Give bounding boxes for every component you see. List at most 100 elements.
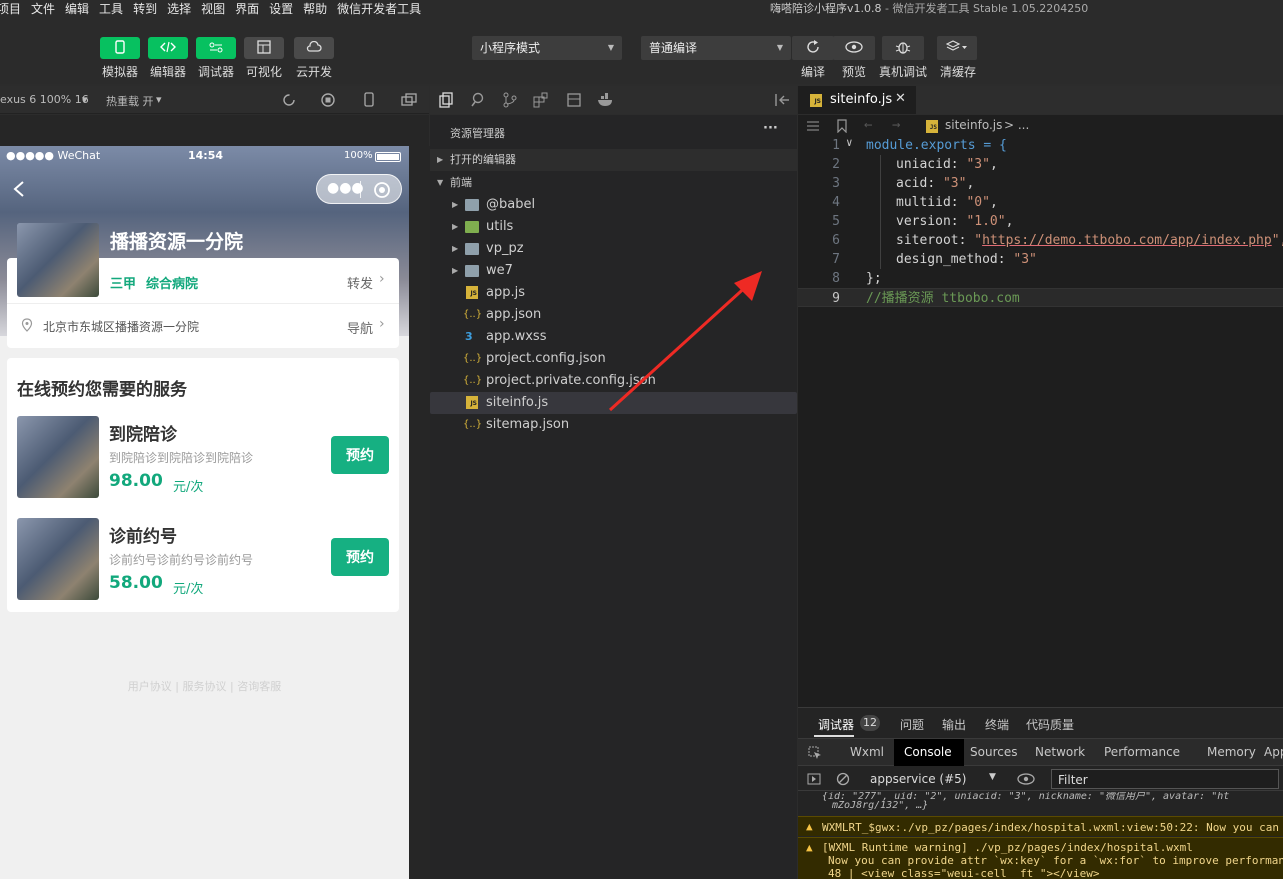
menu-item[interactable]: 转到 <box>128 0 162 18</box>
filter-input[interactable]: Filter <box>1051 769 1279 789</box>
inspect-element-icon[interactable] <box>808 746 822 760</box>
menu-item[interactable]: 工具 <box>94 0 128 18</box>
service-item[interactable]: 诊前约号 诊前约号诊前约号诊前约号 58.00 元/次 预约 <box>7 518 399 608</box>
code-line-8[interactable]: 8}; <box>798 269 1283 288</box>
outline-icon[interactable] <box>806 120 820 132</box>
code-line-1[interactable]: 1 module.exports = { <box>798 136 1283 155</box>
editor-tab[interactable]: JS siteinfo.js ✕ <box>798 86 916 114</box>
panel-tab-memory[interactable]: Memory <box>1207 745 1256 759</box>
more-icon[interactable]: ··· <box>763 121 778 136</box>
js-file-icon: JS <box>810 94 822 107</box>
rotate-icon[interactable] <box>282 93 296 107</box>
storage-icon[interactable] <box>566 92 582 108</box>
console-log-object[interactable]: {id: "277", uid: "2", uniacid: "3", nick… <box>798 792 1283 814</box>
book-button[interactable]: 预约 <box>331 436 389 474</box>
context-select[interactable]: appservice (#5) <box>870 772 966 786</box>
devtools-tab[interactable]: 问题 <box>900 716 924 733</box>
layers-button[interactable] <box>937 36 977 60</box>
code-line-9[interactable]: 9 //播播资源 ttbobo.com <box>798 288 1283 307</box>
device-select[interactable]: exus 6 100% 16 <box>0 93 89 106</box>
panel-tab-app[interactable]: App <box>1264 745 1283 759</box>
code-line-3[interactable]: 3 acid: "3", <box>798 174 1283 193</box>
tree-item-vp-pz[interactable]: ▶ vp_pz <box>430 238 797 260</box>
docker-icon[interactable] <box>597 92 615 108</box>
extensions-icon[interactable] <box>533 92 549 108</box>
line-number: 7 <box>832 252 840 267</box>
console-warning[interactable]: ▲ [WXML Runtime warning] ./vp_pz/pages/i… <box>798 837 1283 879</box>
menu-item[interactable]: 视图 <box>196 0 230 18</box>
code-text: multiid: "0", <box>896 195 998 210</box>
menu-item[interactable]: 项目 <box>0 0 26 18</box>
code-line-5[interactable]: 5 version: "1.0", <box>798 212 1283 231</box>
devtools-tab[interactable]: 输出 <box>942 716 966 733</box>
layout-toggle[interactable] <box>244 37 284 59</box>
tree-item-utils[interactable]: ▶ utils <box>430 216 797 238</box>
menu-item[interactable]: 帮助 <box>298 0 332 18</box>
panel-tab-console[interactable]: Console <box>904 745 952 759</box>
compile-select[interactable]: 普通编译 ▼ <box>641 36 791 60</box>
close-capsule-icon[interactable] <box>373 181 391 199</box>
debug-toggle-toggle[interactable] <box>196 37 236 59</box>
panel-tab-performance[interactable]: Performance <box>1104 745 1180 759</box>
eye-icon[interactable] <box>1017 773 1035 785</box>
code-line-7[interactable]: 7 design_method: "3" <box>798 250 1283 269</box>
nav-forward-icon[interactable]: → <box>892 117 900 133</box>
phone-toggle[interactable] <box>100 37 140 59</box>
refresh-button[interactable] <box>792 36 834 60</box>
menu-item[interactable]: 编辑 <box>60 0 94 18</box>
capsule-menu[interactable]: ●●● <box>316 174 402 204</box>
book-button[interactable]: 预约 <box>331 538 389 576</box>
code-line-6[interactable]: 6 siteroot: "https://demo.ttbobo.com/app/… <box>798 231 1283 250</box>
back-arrow-icon[interactable] <box>12 180 26 198</box>
share-button[interactable]: 转发 <box>347 273 373 292</box>
more-dots-icon[interactable]: ●●● <box>327 180 364 196</box>
eye-button[interactable] <box>833 36 875 60</box>
tree-item--babel[interactable]: ▶ @babel <box>430 194 797 216</box>
console-warning[interactable]: ▲ WXMLRT_$gwx:./vp_pz/pages/index/hospit… <box>798 816 1283 836</box>
search-icon[interactable] <box>471 92 487 108</box>
bug-button[interactable] <box>882 36 924 60</box>
close-tab-icon[interactable]: ✕ <box>895 91 906 106</box>
code-key: multiid <box>896 195 951 210</box>
open-editors-section[interactable]: ▶ 打开的编辑器 <box>430 149 797 171</box>
clear-console-icon[interactable] <box>836 772 850 786</box>
git-branch-icon[interactable] <box>502 92 518 108</box>
menu-item[interactable]: 微信开发者工具 <box>332 0 426 18</box>
panel-tab-network[interactable]: Network <box>1035 745 1085 759</box>
tree-item-sitemap-json[interactable]: {..} sitemap.json <box>430 414 797 436</box>
collapse-panel-icon[interactable] <box>774 93 790 107</box>
editor-tab-bar: JS siteinfo.js ✕ <box>798 86 1283 114</box>
panel-tab-sources[interactable]: Sources <box>970 745 1017 759</box>
devtools-tab[interactable]: 终端 <box>985 716 1009 733</box>
bookmark-icon[interactable] <box>836 119 848 133</box>
stop-icon[interactable] <box>321 93 335 107</box>
breadcrumb-more[interactable]: > ... <box>1004 118 1029 132</box>
breadcrumb[interactable]: siteinfo.js <box>945 118 1002 132</box>
menu-item[interactable]: 选择 <box>162 0 196 18</box>
menu-item[interactable]: 界面 <box>230 0 264 18</box>
code-editor[interactable]: ← → JS siteinfo.js > ... 1 module.exports… <box>798 115 1283 707</box>
fold-chevron-icon[interactable]: ∨ <box>846 136 853 149</box>
phone-mode-icon[interactable] <box>362 92 376 108</box>
cloud-toggle[interactable] <box>294 37 334 59</box>
footer-links[interactable]: 用户协议 | 服务协议 | 咨询客服 <box>0 678 409 694</box>
code-url[interactable]: https://demo.ttbobo.com/app/index.php <box>982 233 1272 248</box>
code-key: acid <box>896 176 928 191</box>
sidebar-toggle-icon[interactable] <box>807 773 821 785</box>
service-item[interactable]: 到院陪诊 到院陪诊到院陪诊到院陪诊 98.00 元/次 预约 <box>7 416 399 506</box>
popout-icon[interactable] <box>401 93 417 107</box>
devtools-tab[interactable]: 代码质量 <box>1026 716 1074 733</box>
menu-item[interactable]: 设置 <box>264 0 298 18</box>
menu-item[interactable]: 文件 <box>26 0 60 18</box>
hot-reload-toggle[interactable]: 热重载 开 <box>106 93 154 109</box>
panel-tab-wxml[interactable]: Wxml <box>850 745 884 759</box>
project-section[interactable]: ▼ 前端 <box>430 172 797 194</box>
code-line-4[interactable]: 4 multiid: "0", <box>798 193 1283 212</box>
code-line-2[interactable]: 2 uniacid: "3", <box>798 155 1283 174</box>
code-toggle[interactable] <box>148 37 188 59</box>
nav-back-icon[interactable]: ← <box>864 117 872 133</box>
devtools-tab[interactable]: 调试器 <box>818 716 854 733</box>
mode-select[interactable]: 小程序模式 ▼ <box>472 36 622 60</box>
files-icon[interactable] <box>438 92 454 108</box>
navigate-button[interactable]: 导航 <box>347 318 373 337</box>
